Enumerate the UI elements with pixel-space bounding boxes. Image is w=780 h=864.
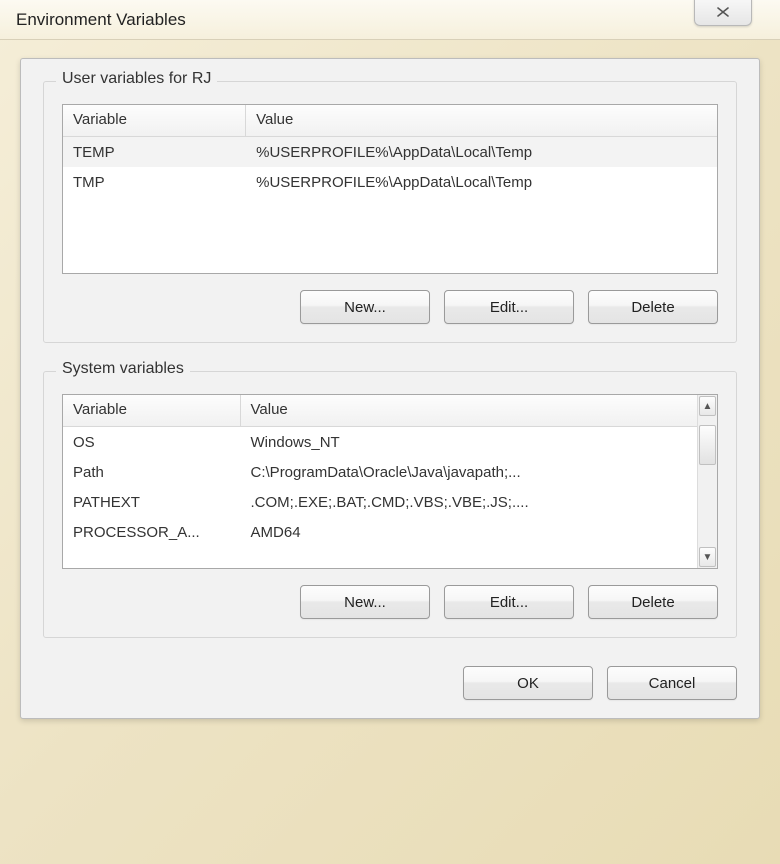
var-value: %USERPROFILE%\AppData\Local\Temp	[246, 140, 717, 165]
var-value: C:\ProgramData\Oracle\Java\javapath;...	[241, 460, 697, 485]
system-list-scrollbar[interactable]: ▲ ▼	[697, 395, 717, 568]
dialog-body: User variables for RJ Variable Value TEM…	[20, 58, 760, 719]
close-icon	[715, 6, 731, 18]
table-row[interactable]: OS Windows_NT	[63, 427, 697, 457]
user-header-value[interactable]: Value	[246, 105, 687, 137]
dialog-button-row: OK Cancel	[43, 666, 737, 700]
user-button-row: New... Edit... Delete	[62, 290, 718, 324]
cancel-button[interactable]: Cancel	[607, 666, 737, 700]
var-value: AMD64	[241, 520, 697, 545]
scroll-down-icon[interactable]: ▼	[699, 547, 716, 567]
table-row[interactable]: PROCESSOR_A... AMD64	[63, 517, 697, 547]
close-button[interactable]	[694, 0, 752, 26]
system-edit-button[interactable]: Edit...	[444, 585, 574, 619]
var-name: TMP	[63, 170, 246, 195]
var-name: TEMP	[63, 140, 246, 165]
var-value: .COM;.EXE;.BAT;.CMD;.VBS;.VBE;.JS;....	[241, 490, 697, 515]
user-variables-title: User variables for RJ	[56, 70, 217, 88]
system-new-button[interactable]: New...	[300, 585, 430, 619]
ok-button[interactable]: OK	[463, 666, 593, 700]
user-list-header: Variable Value	[63, 105, 717, 137]
window-title: Environment Variables	[16, 10, 186, 30]
user-new-button[interactable]: New...	[300, 290, 430, 324]
var-name: Path	[63, 460, 241, 485]
system-list-header: Variable Value	[63, 395, 697, 427]
table-row[interactable]: Path C:\ProgramData\Oracle\Java\javapath…	[63, 457, 697, 487]
var-name: OS	[63, 430, 241, 455]
scroll-track[interactable]	[698, 417, 717, 546]
system-delete-button[interactable]: Delete	[588, 585, 718, 619]
user-header-variable[interactable]: Variable	[63, 105, 246, 137]
table-row[interactable]: TMP %USERPROFILE%\AppData\Local\Temp	[63, 167, 717, 197]
var-name: PATHEXT	[63, 490, 241, 515]
var-value: %USERPROFILE%\AppData\Local\Temp	[246, 170, 717, 195]
var-value: Windows_NT	[241, 430, 697, 455]
title-bar: Environment Variables	[0, 0, 780, 40]
user-delete-button[interactable]: Delete	[588, 290, 718, 324]
table-row[interactable]: TEMP %USERPROFILE%\AppData\Local\Temp	[63, 137, 717, 167]
system-button-row: New... Edit... Delete	[62, 585, 718, 619]
user-variables-group: User variables for RJ Variable Value TEM…	[43, 81, 737, 343]
system-header-variable[interactable]: Variable	[63, 395, 241, 427]
system-variables-group: System variables Variable Value OS Windo…	[43, 371, 737, 638]
system-variables-list[interactable]: Variable Value OS Windows_NT Path C:\Pro…	[62, 394, 718, 569]
scroll-up-icon[interactable]: ▲	[699, 396, 716, 416]
table-row[interactable]: PATHEXT .COM;.EXE;.BAT;.CMD;.VBS;.VBE;.J…	[63, 487, 697, 517]
user-edit-button[interactable]: Edit...	[444, 290, 574, 324]
system-header-value[interactable]: Value	[241, 395, 697, 427]
scroll-thumb[interactable]	[699, 425, 716, 465]
user-variables-list[interactable]: Variable Value TEMP %USERPROFILE%\AppDat…	[62, 104, 718, 274]
system-variables-title: System variables	[56, 360, 190, 378]
user-header-extra	[687, 105, 717, 137]
var-name: PROCESSOR_A...	[63, 520, 241, 545]
